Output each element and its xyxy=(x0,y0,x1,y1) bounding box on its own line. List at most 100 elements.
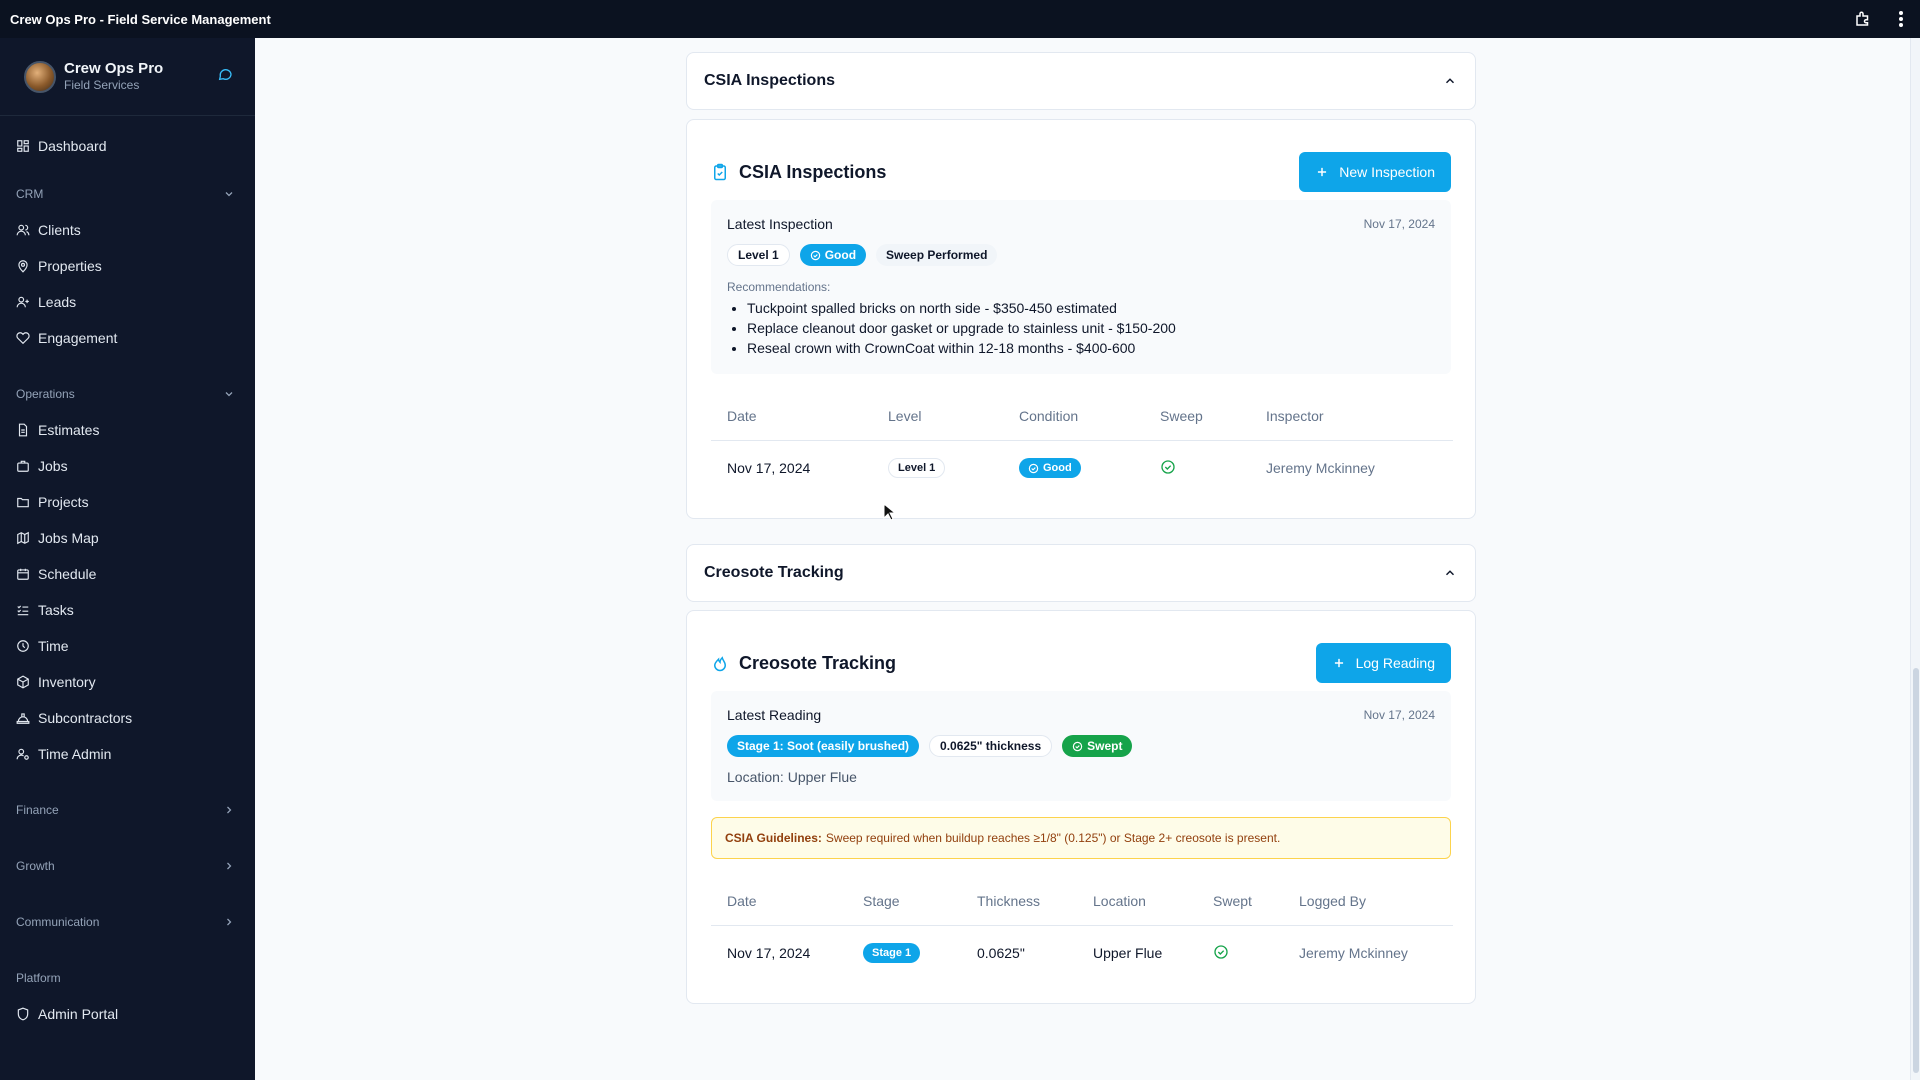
sidebar-item-tasks[interactable]: Tasks xyxy=(0,592,255,628)
check-circle-icon xyxy=(810,250,820,260)
sidebar-item-label: Admin Portal xyxy=(38,1006,119,1022)
sidebar-item-label: Projects xyxy=(38,494,89,510)
recommendations-list: Tuckpoint spalled bricks on north side -… xyxy=(727,298,1435,358)
column-header[interactable]: Condition xyxy=(1003,392,1144,441)
sidebar-item-label: Properties xyxy=(38,258,102,274)
sidebar-item-time-admin[interactable]: Time Admin xyxy=(0,736,255,772)
column-header[interactable]: Date xyxy=(711,392,872,441)
mouse-cursor-icon xyxy=(883,503,895,521)
sidebar-item-inventory[interactable]: Inventory xyxy=(0,664,255,700)
main-content: CSIA Inspections CSIA Inspections New In… xyxy=(255,38,1920,1080)
sidebar-section-communication[interactable]: Communication xyxy=(0,904,255,940)
window-title: Crew Ops Pro - Field Service Management xyxy=(10,11,271,27)
latest-inspection-label: Latest Inspection xyxy=(727,216,833,232)
sidebar-item-label: Clients xyxy=(38,222,81,238)
chevron-down-icon xyxy=(225,392,233,397)
clock-icon xyxy=(17,640,29,652)
sidebar-item-admin-portal[interactable]: Admin Portal xyxy=(0,996,255,1032)
latest-reading-label: Latest Reading xyxy=(727,707,822,723)
reading-location: Location: Upper Flue xyxy=(727,769,857,785)
section-label: Communication xyxy=(16,915,100,929)
sidebar-item-label: Subcontractors xyxy=(38,710,133,726)
column-header[interactable]: Thickness xyxy=(961,877,1077,926)
column-header[interactable]: Stage xyxy=(847,877,961,926)
sidebar: Crew Ops Pro Field Services Dashboard CR… xyxy=(0,38,255,1080)
csia-section-header[interactable]: CSIA Inspections xyxy=(686,52,1476,110)
section-label: Platform xyxy=(16,971,61,985)
column-header[interactable]: Sweep xyxy=(1144,392,1250,441)
column-header[interactable]: Location xyxy=(1077,877,1197,926)
sidebar-section-growth[interactable]: Growth xyxy=(0,848,255,884)
sidebar-item-clients[interactable]: Clients xyxy=(0,212,255,248)
latest-inspection-summary: Latest Inspection Nov 17, 2024 Level 1 G… xyxy=(711,200,1451,374)
new-inspection-button[interactable]: New Inspection xyxy=(1299,152,1451,192)
shield-icon xyxy=(17,1007,29,1021)
list-item: Reseal crown with CrownCoat within 12-18… xyxy=(747,338,1435,358)
plus-icon xyxy=(1318,167,1327,177)
sidebar-item-time[interactable]: Time xyxy=(0,628,255,664)
sidebar-item-jobs-map[interactable]: Jobs Map xyxy=(0,520,255,556)
main-scrollbar[interactable] xyxy=(1910,38,1920,1080)
csia-panel: CSIA Inspections New Inspection Latest I… xyxy=(686,119,1476,519)
column-header[interactable]: Logged By xyxy=(1283,877,1453,926)
sidebar-item-label: Tasks xyxy=(38,602,74,618)
thickness-badge: 0.0625" thickness xyxy=(929,735,1053,757)
stage-badge: Stage 1: Soot (easily brushed) xyxy=(727,735,920,757)
sidebar-item-subcontractors[interactable]: Subcontractors xyxy=(0,700,255,736)
sidebar-item-leads[interactable]: Leads xyxy=(0,284,255,320)
cell-logged-by: Jeremy Mckinney xyxy=(1299,945,1408,962)
chat-icon[interactable] xyxy=(217,66,233,87)
button-label: Log Reading xyxy=(1355,655,1435,671)
sidebar-section-operations[interactable]: Operations xyxy=(0,376,255,412)
user-plus-icon xyxy=(16,296,29,308)
scrollbar-thumb[interactable] xyxy=(1913,668,1919,1073)
sidebar-item-jobs[interactable]: Jobs xyxy=(0,448,255,484)
brand-name: Crew Ops Pro xyxy=(64,60,164,77)
column-header[interactable]: Date xyxy=(711,877,847,926)
sidebar-item-label: Inventory xyxy=(38,674,96,690)
table-row[interactable]: Nov 17, 2024 Stage 1 0.0625" Upper Flue … xyxy=(711,925,1453,981)
list-item: Tuckpoint spalled bricks on north side -… xyxy=(747,298,1435,318)
log-reading-button[interactable]: Log Reading xyxy=(1315,643,1451,683)
chevron-up-icon xyxy=(1445,570,1455,576)
column-header[interactable]: Level xyxy=(872,392,1003,441)
csia-guidelines-notice: CSIA Guidelines: Sweep required when bui… xyxy=(711,817,1451,859)
sidebar-item-label: Schedule xyxy=(38,566,97,582)
creosote-panel: Creosote Tracking Log Reading Latest Rea… xyxy=(686,610,1476,1004)
creosote-section-header[interactable]: Creosote Tracking xyxy=(686,544,1476,602)
inspections-table: Date Level Condition Sweep Inspector Nov… xyxy=(711,392,1453,496)
sidebar-item-label: Dashboard xyxy=(38,138,107,154)
list-item: Replace cleanout door gasket or upgrade … xyxy=(747,318,1435,338)
calendar-icon xyxy=(17,568,29,580)
section-label: Growth xyxy=(16,859,55,873)
extensions-icon[interactable] xyxy=(1854,10,1872,28)
clipboard-check-icon xyxy=(714,163,726,181)
column-header[interactable]: Inspector xyxy=(1250,392,1453,441)
sidebar-item-dashboard[interactable]: Dashboard xyxy=(0,128,255,164)
chevron-up-icon xyxy=(1445,78,1455,84)
more-vertical-icon[interactable] xyxy=(1898,10,1904,28)
sidebar-section-crm[interactable]: CRM xyxy=(0,176,255,212)
creosote-readings-table: Date Stage Thickness Location Swept Logg… xyxy=(711,877,1453,981)
sidebar-item-engagement[interactable]: Engagement xyxy=(0,320,255,356)
stage-badge: Stage 1 xyxy=(863,943,921,964)
column-header[interactable]: Swept xyxy=(1197,877,1283,926)
sidebar-item-projects[interactable]: Projects xyxy=(0,484,255,520)
map-icon xyxy=(17,531,29,545)
latest-reading-summary: Latest Reading Nov 17, 2024 Stage 1: Soo… xyxy=(711,691,1451,801)
level-badge: Level 1 xyxy=(888,458,946,479)
sidebar-section-platform: Platform xyxy=(0,960,255,996)
chevron-down-icon xyxy=(225,192,233,197)
avatar[interactable] xyxy=(24,60,56,93)
sidebar-item-schedule[interactable]: Schedule xyxy=(0,556,255,592)
sidebar-item-properties[interactable]: Properties xyxy=(0,248,255,284)
latest-inspection-date: Nov 17, 2024 xyxy=(1363,217,1435,231)
sidebar-section-finance[interactable]: Finance xyxy=(0,792,255,828)
table-row[interactable]: Nov 17, 2024 Level 1 Good Jeremy Mckinne… xyxy=(711,440,1453,496)
check-circle-icon xyxy=(1072,741,1083,751)
chevron-right-icon xyxy=(227,806,232,814)
sidebar-item-estimates[interactable]: Estimates xyxy=(0,412,255,448)
folder-icon xyxy=(17,497,29,508)
cell-date: Nov 17, 2024 xyxy=(727,945,811,962)
brand-subtitle: Field Services xyxy=(64,78,140,92)
